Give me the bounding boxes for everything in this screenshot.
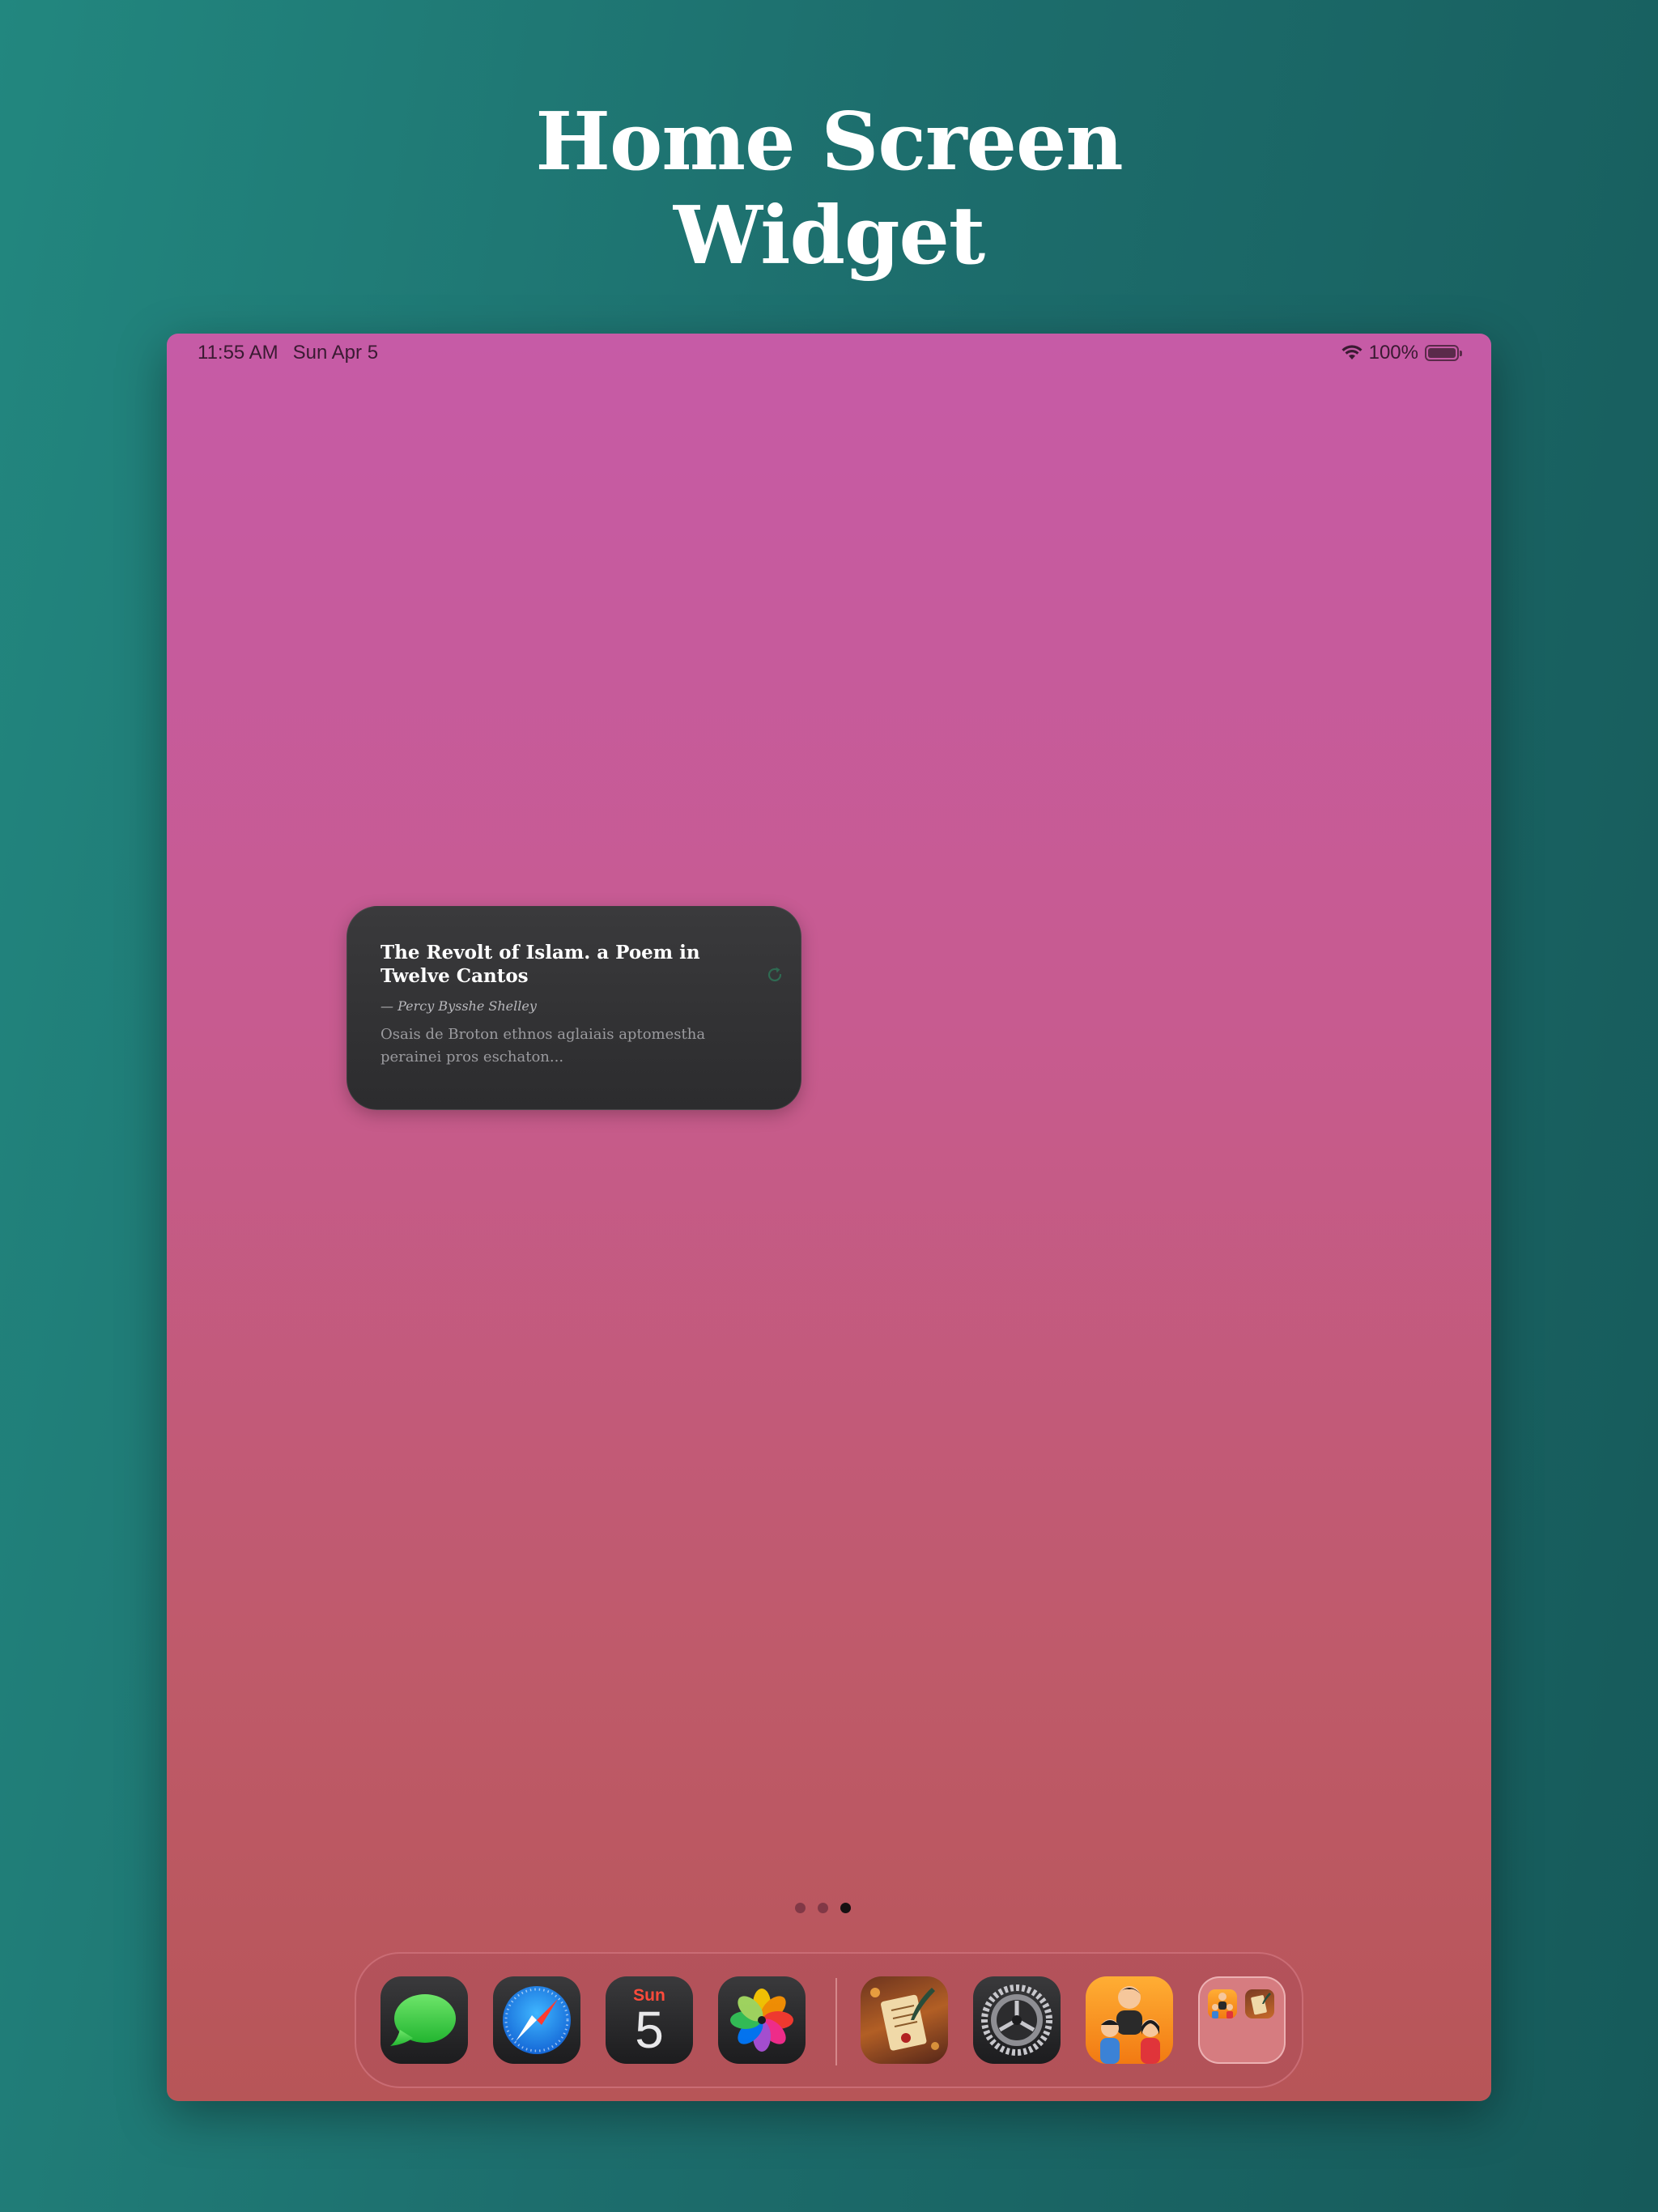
headline-line-2: Widget	[673, 189, 985, 283]
page-indicator[interactable]	[795, 1903, 851, 1913]
dock-divider	[835, 1978, 837, 2065]
poem-widget[interactable]: The Revolt of Islam. a Poem in Twelve Ca…	[346, 906, 801, 1110]
wifi-icon	[1341, 345, 1363, 359]
scroll-mini-icon	[1251, 1993, 1271, 2015]
calendar-app-icon[interactable]: Sun 5	[606, 1976, 693, 2064]
family-mini-icon	[1212, 1993, 1233, 2018]
settings-app-icon[interactable]	[973, 1976, 1061, 2064]
folder-poetry-mini-icon	[1245, 1989, 1274, 2018]
app-folder[interactable]	[1198, 1976, 1286, 2064]
widget-excerpt: Osais de Broton ethnos aglaiais aptomest…	[380, 1026, 706, 1066]
widget-title: The Revolt of Islam. a Poem in Twelve Ca…	[380, 942, 700, 987]
family-icon	[1100, 1986, 1160, 2064]
photos-app-icon[interactable]	[718, 1976, 806, 2064]
battery-fill	[1428, 348, 1456, 358]
status-time: 11:55 AM	[198, 342, 278, 364]
messages-icon	[390, 1994, 456, 2046]
status-date: Sun Apr 5	[292, 342, 379, 364]
page-dot-1[interactable]	[795, 1903, 806, 1913]
photos-icon	[730, 1989, 793, 2052]
battery-percentage: 100%	[1368, 342, 1418, 364]
gear-icon	[981, 1984, 1052, 2056]
dock: Sun 5	[355, 1952, 1303, 2088]
status-bar: 11:55 AM Sun Apr 5 100%	[167, 334, 1491, 374]
refresh-icon[interactable]	[765, 965, 784, 985]
widget-author: — Percy Bysshe Shelley	[380, 998, 537, 1014]
poetry-app-icon[interactable]	[861, 1976, 948, 2064]
headline-line-1: Home Screen	[535, 96, 1123, 189]
safari-app-icon[interactable]	[493, 1976, 580, 2064]
page-dot-3-active[interactable]	[840, 1903, 851, 1913]
messages-app-icon[interactable]	[380, 1976, 468, 2064]
page-dot-2[interactable]	[818, 1903, 828, 1913]
family-app-icon[interactable]	[1086, 1976, 1173, 2064]
ipad-screen: 11:55 AM Sun Apr 5 100% The Revolt of Isl…	[167, 334, 1491, 2101]
battery-icon	[1425, 345, 1462, 361]
calendar-date: 5	[635, 2001, 664, 2059]
page-headline: Home Screen Widget	[0, 96, 1658, 283]
safari-icon	[503, 1986, 571, 2054]
folder-family-mini-icon	[1208, 1989, 1237, 2018]
scroll-quill-icon	[861, 1976, 948, 2064]
